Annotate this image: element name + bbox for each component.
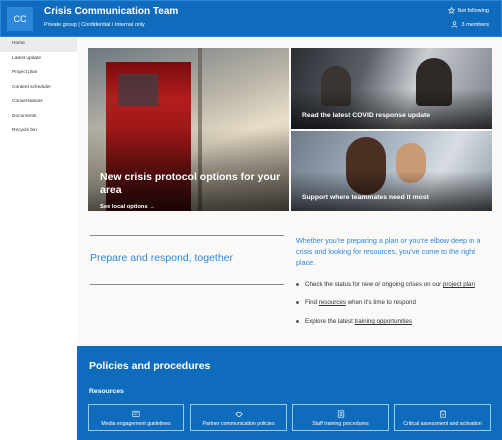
star-icon	[447, 7, 455, 14]
left-navigation: Home Latest update Project plan Content …	[0, 37, 77, 440]
hero-tile-covid-update[interactable]: Read the latest COVID response update	[291, 48, 492, 129]
list-item: Find resources when it's time to respond	[296, 299, 416, 306]
truck-window-image	[118, 74, 158, 106]
clipboard-icon	[439, 410, 446, 418]
hero-main-tile[interactable]: New crisis protocol options for your are…	[88, 48, 289, 211]
bullet-icon	[296, 319, 299, 323]
main-content: New crisis protocol options for your are…	[77, 37, 502, 440]
site-classification: Private group | Confidential \ Internal …	[44, 22, 145, 28]
policies-heading: Policies and procedures	[89, 360, 211, 372]
divider-bottom	[90, 284, 284, 285]
bullet-icon	[296, 282, 299, 286]
tile-title[interactable]: Support where teammates need it most	[302, 194, 429, 201]
hero-main-title[interactable]: New crisis protocol options for your are…	[100, 171, 285, 197]
tile-overlay	[291, 89, 492, 129]
nav-item-conversations[interactable]: Conversations	[0, 95, 77, 110]
nav-item-content-scheduler[interactable]: Content scheduler	[0, 81, 77, 96]
nav-item-latest-update[interactable]: Latest update	[0, 52, 77, 67]
person-icon	[452, 21, 458, 28]
nav-item-project-plan[interactable]: Project plan	[0, 66, 77, 81]
list-item: Check the status for new or ongoing cris…	[296, 281, 475, 288]
site-logo[interactable]: CC	[7, 7, 33, 31]
prepare-quote: Whether you're preparing a plan or you'r…	[296, 236, 481, 267]
bullet-icon	[296, 300, 299, 304]
site-title[interactable]: Crisis Communication Team	[44, 6, 178, 17]
nav-item-recycle-bin[interactable]: Recycle bin	[0, 124, 77, 139]
divider-top	[90, 235, 284, 236]
nav-item-home[interactable]: Home	[0, 37, 77, 52]
training-opportunities-link[interactable]: training opportunities	[355, 318, 412, 325]
training-icon	[337, 410, 344, 418]
prepare-heading: Prepare and respond, together	[90, 252, 234, 264]
hero-overlay	[88, 128, 289, 211]
resources-link[interactable]: resources	[319, 299, 346, 306]
hero-tile-support[interactable]: Support where teammates need it most	[291, 131, 492, 211]
partner-communication-button[interactable]: Partner communication policies	[190, 404, 287, 431]
follow-button[interactable]: Not following	[447, 7, 490, 14]
critical-assessment-button[interactable]: Critical assessment and activation	[394, 404, 491, 431]
project-plan-link[interactable]: project plan	[443, 281, 475, 288]
tile-overlay	[291, 171, 492, 211]
handshake-icon	[234, 411, 243, 417]
policies-section: Policies and procedures Resources Media …	[77, 346, 502, 440]
resources-heading: Resources	[89, 388, 124, 395]
site-header: CC Crisis Communication Team Private gro…	[0, 0, 502, 37]
media-engagement-button[interactable]: Media engagement guidelines	[88, 404, 184, 431]
follow-label: Not following	[457, 7, 490, 14]
tile-title[interactable]: Read the latest COVID response update	[302, 112, 430, 119]
nav-item-documents[interactable]: Documents	[0, 110, 77, 125]
members-button[interactable]: 3 members	[451, 21, 489, 28]
list-item: Explore the latest training opportunitie…	[296, 318, 412, 325]
staff-training-button[interactable]: Staff training procedures	[292, 404, 389, 431]
members-label: 3 members	[461, 21, 489, 28]
see-local-options-link[interactable]: See local options →	[100, 204, 155, 210]
media-icon	[132, 410, 140, 417]
